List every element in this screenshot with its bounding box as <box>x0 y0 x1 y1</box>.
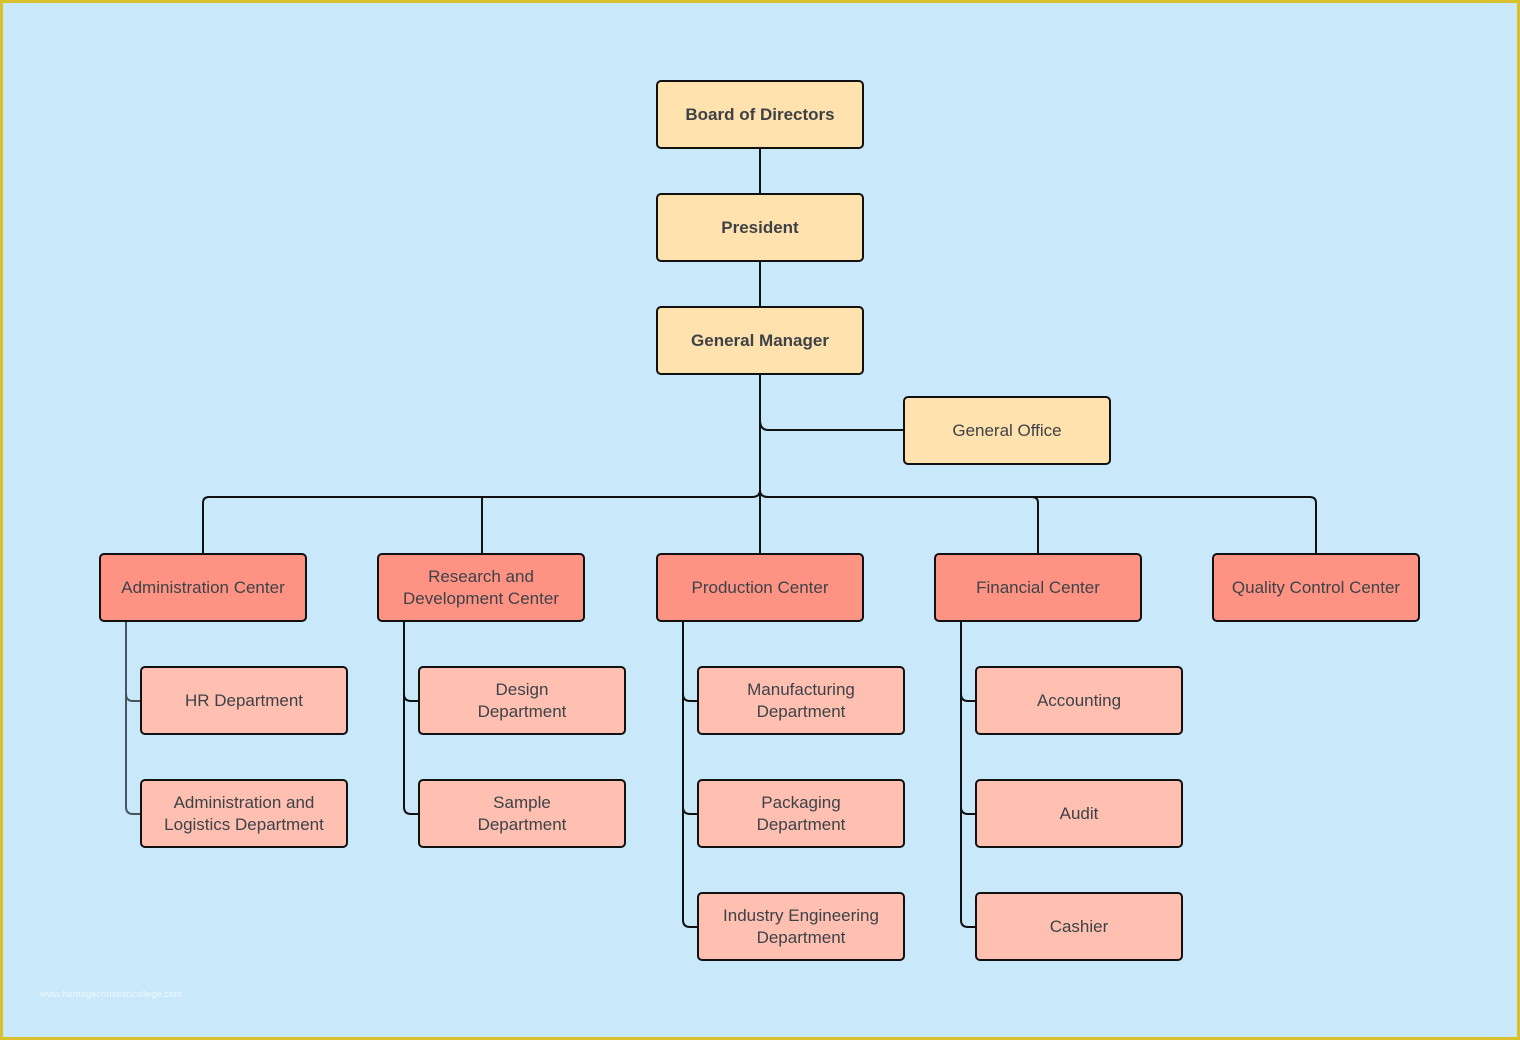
connector-rnd-sample <box>403 690 419 815</box>
node-admin-logistics-department[interactable]: Administration and Logistics Department <box>140 779 348 848</box>
node-label: Cashier <box>1049 916 1109 936</box>
watermark-text: www.heritagechristiancollege.com <box>40 989 182 999</box>
connector-bus-quality <box>1030 496 1317 553</box>
node-board-of-directors[interactable]: Board of Directors <box>656 80 864 149</box>
node-label: Research and Development Center <box>403 566 559 608</box>
node-manufacturing-department[interactable]: Manufacturing Department <box>697 666 905 735</box>
node-administration-center[interactable]: Administration Center <box>99 553 307 622</box>
node-general-manager[interactable]: General Manager <box>656 306 864 375</box>
node-general-office[interactable]: General Office <box>903 396 1111 465</box>
node-research-development-center[interactable]: Research and Development Center <box>377 553 585 622</box>
node-label: Sample Department <box>477 792 567 834</box>
node-packaging-department[interactable]: Packaging Department <box>697 779 905 848</box>
connector-prod-manufacturing <box>682 622 698 702</box>
node-industry-engineering-department[interactable]: Industry Engineering Department <box>697 892 905 961</box>
node-audit[interactable]: Audit <box>975 779 1183 848</box>
node-label: Administration Center <box>121 577 285 597</box>
node-label: General Office <box>952 420 1062 440</box>
connector-prod-industry <box>682 800 698 928</box>
node-label: Manufacturing Department <box>747 679 855 721</box>
node-label: Design Department <box>477 679 567 721</box>
connector-admin-logistics <box>125 690 141 815</box>
node-label: Accounting <box>1036 690 1122 710</box>
connector-admin-hr <box>125 622 141 702</box>
connector-fin-audit <box>960 690 976 815</box>
connector-layer <box>125 148 1317 928</box>
connector-fin-cashier <box>960 800 976 928</box>
node-label: Audit <box>1059 803 1099 823</box>
connector-prod-packaging <box>682 690 698 815</box>
connector-bus-right <box>759 489 1039 553</box>
node-hr-department[interactable]: HR Department <box>140 666 348 735</box>
node-label: Packaging Department <box>756 792 846 834</box>
node-label: General Manager <box>691 330 829 350</box>
node-label: Production Center <box>691 577 829 597</box>
connector-rnd-design <box>403 622 419 702</box>
connector-gm-general-office <box>759 419 904 431</box>
connector-fin-accounting <box>960 622 976 702</box>
node-sample-department[interactable]: Sample Department <box>418 779 626 848</box>
node-label: Quality Control Center <box>1231 577 1401 597</box>
node-label: Financial Center <box>976 577 1100 597</box>
node-accounting[interactable]: Accounting <box>975 666 1183 735</box>
node-president[interactable]: President <box>656 193 864 262</box>
node-label: HR Department <box>184 690 304 710</box>
node-label: Administration and Logistics Department <box>164 792 324 834</box>
node-label: President <box>721 217 799 237</box>
node-label: Board of Directors <box>685 104 835 124</box>
node-quality-control-center[interactable]: Quality Control Center <box>1212 553 1420 622</box>
node-cashier[interactable]: Cashier <box>975 892 1183 961</box>
node-design-department[interactable]: Design Department <box>418 666 626 735</box>
node-financial-center[interactable]: Financial Center <box>934 553 1142 622</box>
node-label: Industry Engineering Department <box>723 905 879 947</box>
node-production-center[interactable]: Production Center <box>656 553 864 622</box>
